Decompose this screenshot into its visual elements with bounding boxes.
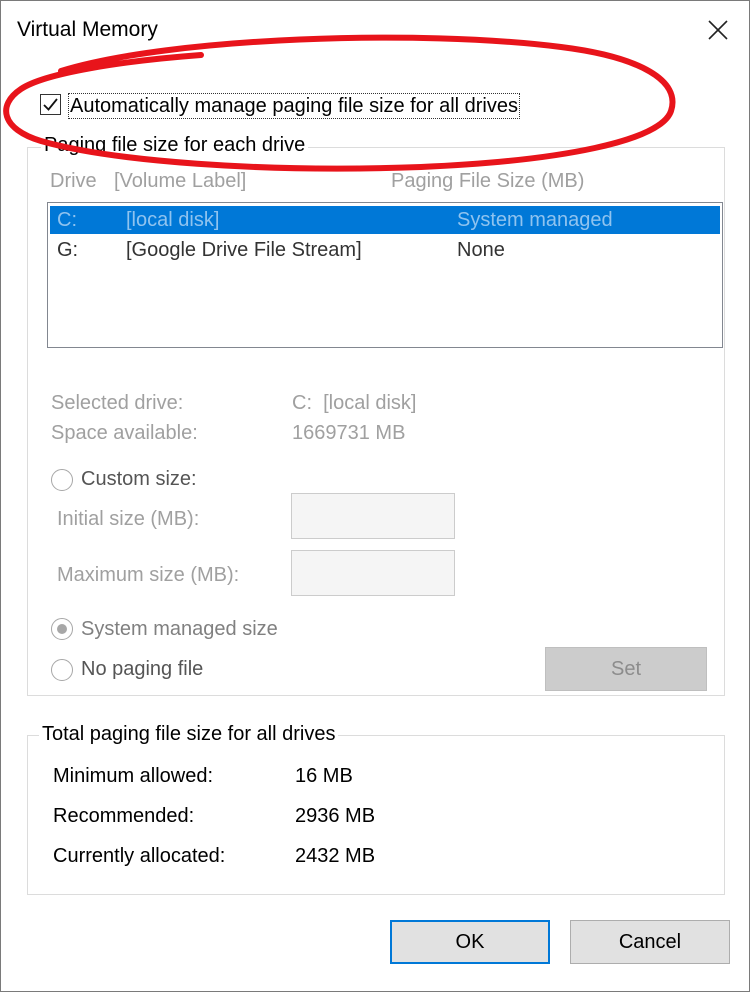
drive-row-c[interactable]: C: [local disk] System managed [50, 206, 720, 234]
set-button[interactable]: Set [545, 647, 707, 691]
drive-paging-size: System managed [457, 209, 613, 231]
initial-size-field[interactable] [291, 493, 455, 539]
total-group-legend: Total paging file size for all drives [39, 723, 339, 746]
maximum-size-label: Maximum size (MB): [57, 564, 240, 586]
no-paging-label[interactable]: No paging file [81, 658, 203, 681]
space-available-value: 1669731 MB [292, 422, 406, 444]
drive-label: [local disk] [126, 209, 220, 231]
drive-letter: C: [57, 209, 77, 231]
annotation-ellipse [3, 34, 676, 172]
virtual-memory-dialog: Virtual Memory Automatically manage pagi… [0, 0, 750, 992]
drive-list[interactable]: C: [local disk] System managed G: [Googl… [47, 202, 723, 348]
currently-allocated-value: 2432 MB [295, 845, 376, 867]
custom-size-label[interactable]: Custom size: [81, 468, 197, 491]
system-managed-label[interactable]: System managed size [81, 618, 278, 641]
cancel-button[interactable]: Cancel [570, 920, 730, 964]
selected-drive-label: Selected drive: [51, 392, 184, 414]
recommended-value: 2936 MB [295, 805, 376, 827]
system-managed-radio[interactable] [51, 618, 73, 640]
custom-size-radio[interactable] [51, 469, 73, 491]
drive-paging-size: None [457, 239, 505, 261]
no-paging-radio[interactable] [51, 659, 73, 681]
drive-letter: G: [57, 239, 79, 261]
currently-allocated-label: Currently allocated: [53, 845, 226, 867]
space-available-label: Space available: [51, 422, 198, 444]
maximum-size-field[interactable] [291, 550, 455, 596]
minimum-allowed-value: 16 MB [295, 765, 353, 787]
ok-button[interactable]: OK [390, 920, 550, 964]
minimum-allowed-label: Minimum allowed: [53, 765, 214, 787]
selected-drive-value: C: [local disk] [292, 392, 417, 414]
initial-size-label: Initial size (MB): [57, 508, 200, 530]
recommended-label: Recommended: [53, 805, 195, 827]
drive-row-g[interactable]: G: [Google Drive File Stream] None [50, 236, 720, 264]
drive-label: [Google Drive File Stream] [126, 239, 362, 261]
